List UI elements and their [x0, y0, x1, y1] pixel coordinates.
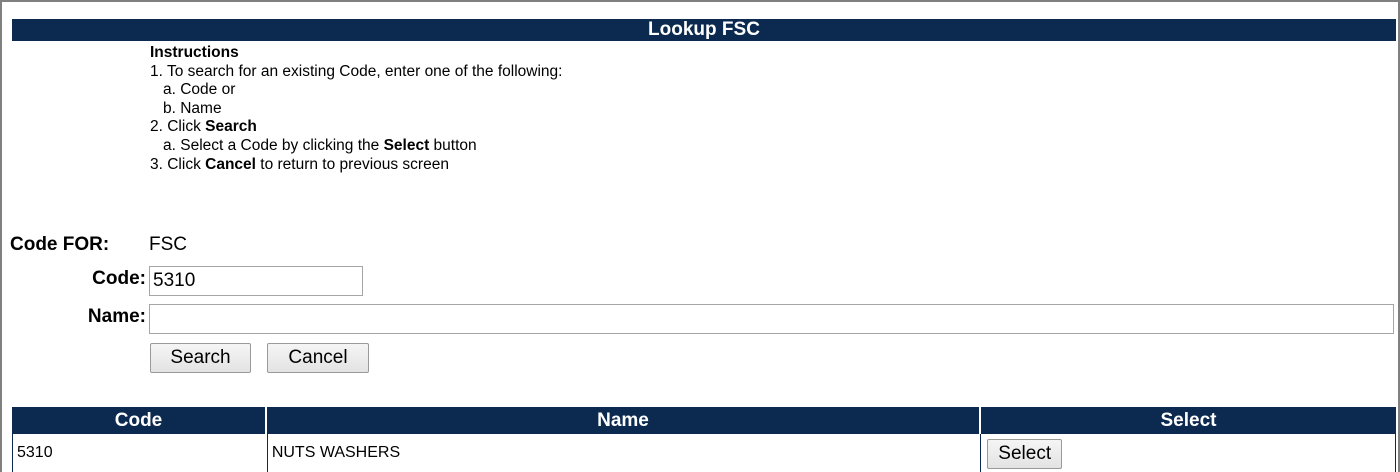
search-button[interactable]: Search: [150, 343, 251, 373]
column-header-select: Select: [1160, 410, 1217, 431]
cancel-button[interactable]: Cancel: [267, 343, 369, 373]
column-header-code: Code: [12, 407, 267, 434]
instruction-step-2a: a. Select a Code by clicking the Select …: [150, 137, 562, 156]
code-input[interactable]: [149, 266, 363, 296]
table-row: 5310 NUTS WASHERS Select: [12, 434, 1396, 472]
instruction-step-3: 3. Click Cancel to return to previous sc…: [150, 156, 562, 175]
row-select-cell: Select: [981, 434, 1396, 472]
code-for-value: FSC: [149, 234, 187, 255]
instructions-heading: Instructions: [150, 44, 239, 61]
instruction-step-2a-text: a. Select a Code by clicking the: [163, 136, 384, 154]
instruction-step-3-text: 3. Click: [150, 155, 206, 173]
instruction-step-2a-keyword: Select: [383, 136, 430, 154]
select-button[interactable]: Select: [987, 439, 1063, 469]
instruction-step-1a: a. Code or: [163, 81, 236, 99]
instruction-step-2-text: 2. Click: [150, 118, 206, 136]
instructions-panel: Instructions 1. To search for an existin…: [150, 44, 562, 174]
name-input[interactable]: [149, 304, 1394, 334]
column-header-name: Name: [267, 407, 981, 434]
instruction-step-2a-suffix: button: [429, 136, 477, 154]
results-header-row: Code Name Select: [12, 407, 1396, 434]
row-name-cell: NUTS WASHERS: [268, 434, 982, 472]
name-label: Name:: [87, 306, 146, 327]
dialog-title: Lookup FSC: [12, 19, 1396, 41]
code-for-label: Code FOR:: [10, 234, 110, 255]
lookup-dialog: Lookup FSC Instructions 1. To search for…: [0, 0, 1400, 472]
code-label: Code:: [92, 268, 146, 289]
results-table: Code Name Select 5310 NUTS WASHERS Selec…: [12, 407, 1396, 472]
row-code-cell: 5310: [13, 434, 268, 472]
instruction-step-2: 2. Click Search: [150, 118, 562, 137]
instruction-step-1: 1. To search for an existing Code, enter…: [150, 62, 563, 80]
instruction-step-3-suffix: to return to previous screen: [255, 155, 449, 173]
instruction-step-1b: b. Name: [163, 99, 222, 117]
instruction-step-2-keyword: Search: [205, 118, 257, 136]
instruction-step-3-keyword: Cancel: [205, 155, 256, 173]
